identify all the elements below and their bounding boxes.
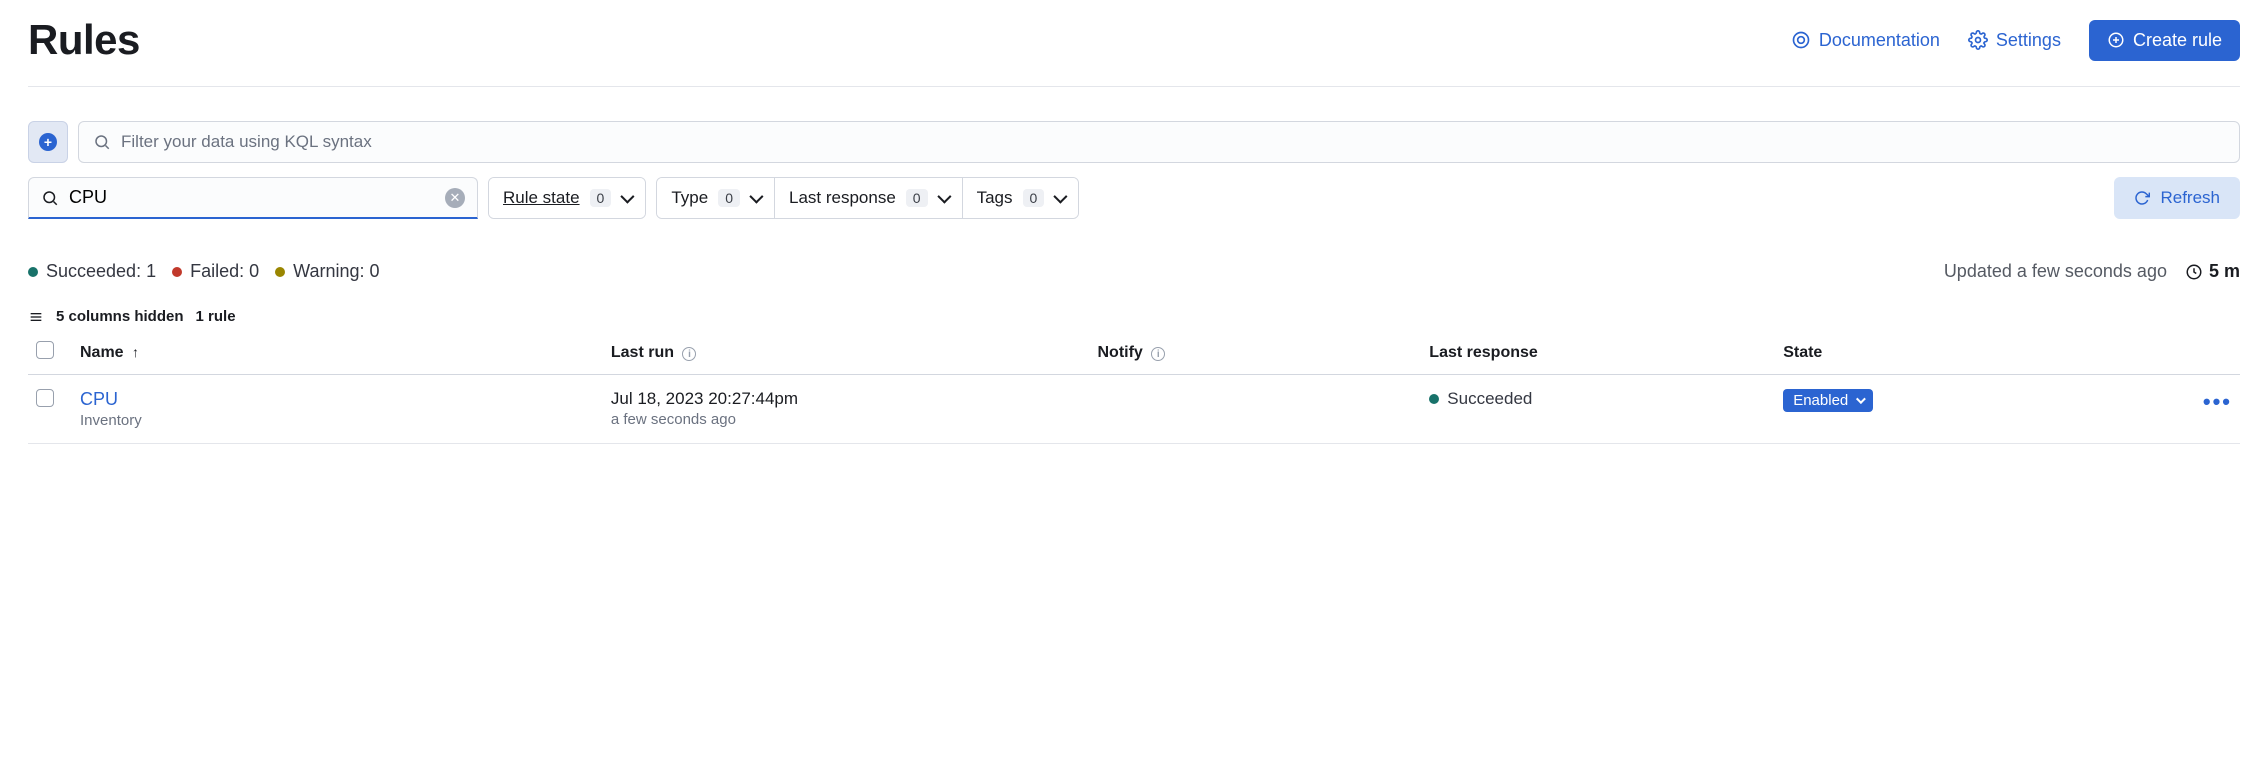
chevron-down-icon (937, 190, 951, 204)
row-checkbox[interactable] (36, 389, 54, 407)
filter-tags-label: Tags (977, 188, 1013, 208)
columns-hidden-text[interactable]: 5 columns hidden (56, 308, 184, 325)
response-text: Succeeded (1447, 389, 1532, 409)
gear-icon (1968, 30, 1988, 50)
filter-last-response-count: 0 (906, 189, 928, 207)
refresh-interval[interactable]: 5 m (2185, 261, 2240, 282)
status-dot-icon (28, 267, 38, 277)
clear-search-button[interactable]: ✕ (445, 188, 465, 208)
status-dot-icon (172, 267, 182, 277)
column-header-state[interactable]: State (1775, 331, 2085, 375)
filter-rule-state[interactable]: Rule state 0 (489, 178, 645, 218)
create-rule-label: Create rule (2133, 30, 2222, 51)
filter-rule-state-group: Rule state 0 (488, 177, 646, 219)
notify-cell (1090, 375, 1422, 444)
column-state-label: State (1783, 344, 1822, 361)
stat-warning-text: Warning: 0 (293, 261, 379, 282)
state-toggle[interactable]: Enabled (1783, 389, 1873, 412)
refresh-button[interactable]: Refresh (2114, 177, 2240, 219)
stat-succeeded: Succeeded: 1 (28, 261, 156, 282)
kql-input-wrap[interactable] (78, 121, 2240, 163)
select-all-checkbox[interactable] (36, 341, 54, 359)
plus-icon: + (39, 133, 57, 151)
documentation-link[interactable]: Documentation (1791, 30, 1940, 51)
last-run-time: Jul 18, 2023 20:27:44pm (611, 389, 1082, 409)
filter-type-count: 0 (718, 189, 740, 207)
stat-failed-text: Failed: 0 (190, 261, 259, 282)
chevron-down-icon (1856, 394, 1866, 404)
rule-type-text: Inventory (80, 412, 595, 429)
filter-rule-state-label: Rule state (503, 188, 580, 208)
interval-text: 5 m (2209, 261, 2240, 282)
rules-table: Name ↑ Last run i Notify i Last response… (28, 331, 2240, 444)
status-stats: Succeeded: 1 Failed: 0 Warning: 0 (28, 261, 380, 282)
refresh-label: Refresh (2160, 188, 2220, 208)
column-lastrun-label: Last run (611, 344, 674, 361)
rule-name-link[interactable]: CPU (80, 389, 118, 409)
create-rule-button[interactable]: Create rule (2089, 20, 2240, 61)
page-header: Rules Documentation Settings Create rule (28, 16, 2240, 87)
help-icon (1791, 30, 1811, 50)
filter-rule-state-count: 0 (590, 189, 612, 207)
state-label: Enabled (1793, 392, 1848, 409)
response-status: Succeeded (1429, 389, 1532, 409)
column-header-last-response[interactable]: Last response (1421, 331, 1775, 375)
search-icon (93, 133, 111, 151)
column-response-label: Last response (1429, 344, 1537, 361)
stat-succeeded-text: Succeeded: 1 (46, 261, 156, 282)
table-meta: 5 columns hidden 1 rule (28, 308, 2240, 325)
filter-last-response-label: Last response (789, 188, 896, 208)
filter-type[interactable]: Type 0 (657, 178, 775, 218)
search-icon (41, 189, 59, 207)
stat-warning: Warning: 0 (275, 261, 379, 282)
chevron-down-icon (621, 190, 635, 204)
status-dot-icon (1429, 394, 1439, 404)
documentation-label: Documentation (1819, 30, 1940, 51)
filter-last-response[interactable]: Last response 0 (775, 178, 963, 218)
info-icon[interactable]: i (682, 347, 696, 361)
stats-row: Succeeded: 1 Failed: 0 Warning: 0 Update… (28, 261, 2240, 282)
settings-link[interactable]: Settings (1968, 30, 2061, 51)
chevron-down-icon (749, 190, 763, 204)
row-actions-menu[interactable]: ••• (2203, 389, 2232, 414)
chevron-down-icon (1054, 190, 1068, 204)
page-title: Rules (28, 16, 140, 64)
column-notify-label: Notify (1098, 344, 1143, 361)
header-actions: Documentation Settings Create rule (1791, 20, 2240, 61)
updated-text: Updated a few seconds ago (1944, 261, 2167, 282)
filter-type-label: Type (671, 188, 708, 208)
column-name-label: Name (80, 344, 124, 361)
rule-count-text: 1 rule (196, 308, 236, 325)
stat-failed: Failed: 0 (172, 261, 259, 282)
sort-asc-icon: ↑ (132, 344, 139, 360)
settings-label: Settings (1996, 30, 2061, 51)
filter-tags[interactable]: Tags 0 (963, 178, 1079, 218)
column-header-name[interactable]: Name ↑ (72, 331, 603, 375)
info-icon[interactable]: i (1151, 347, 1165, 361)
filters-row: ✕ Rule state 0 Type 0 Last response 0 Ta… (28, 177, 2240, 219)
table-row: CPU Inventory Jul 18, 2023 20:27:44pm a … (28, 375, 2240, 444)
kql-row: + (28, 121, 2240, 163)
search-box[interactable]: ✕ (28, 177, 478, 219)
last-run-relative: a few seconds ago (611, 411, 1082, 428)
filter-tags-count: 0 (1023, 189, 1045, 207)
clock-icon (2185, 263, 2203, 281)
add-filter-button[interactable]: + (28, 121, 68, 163)
toolbar: + ✕ Rule state 0 Type 0 (28, 87, 2240, 233)
filter-group: Type 0 Last response 0 Tags 0 (656, 177, 1079, 219)
columns-icon[interactable] (28, 309, 44, 325)
kql-input[interactable] (121, 132, 2225, 152)
updated-info: Updated a few seconds ago 5 m (1944, 261, 2240, 282)
column-header-last-run[interactable]: Last run i (603, 331, 1090, 375)
refresh-icon (2134, 190, 2150, 206)
column-header-notify[interactable]: Notify i (1090, 331, 1422, 375)
plus-circle-icon (2107, 31, 2125, 49)
status-dot-icon (275, 267, 285, 277)
search-input[interactable] (69, 187, 435, 208)
